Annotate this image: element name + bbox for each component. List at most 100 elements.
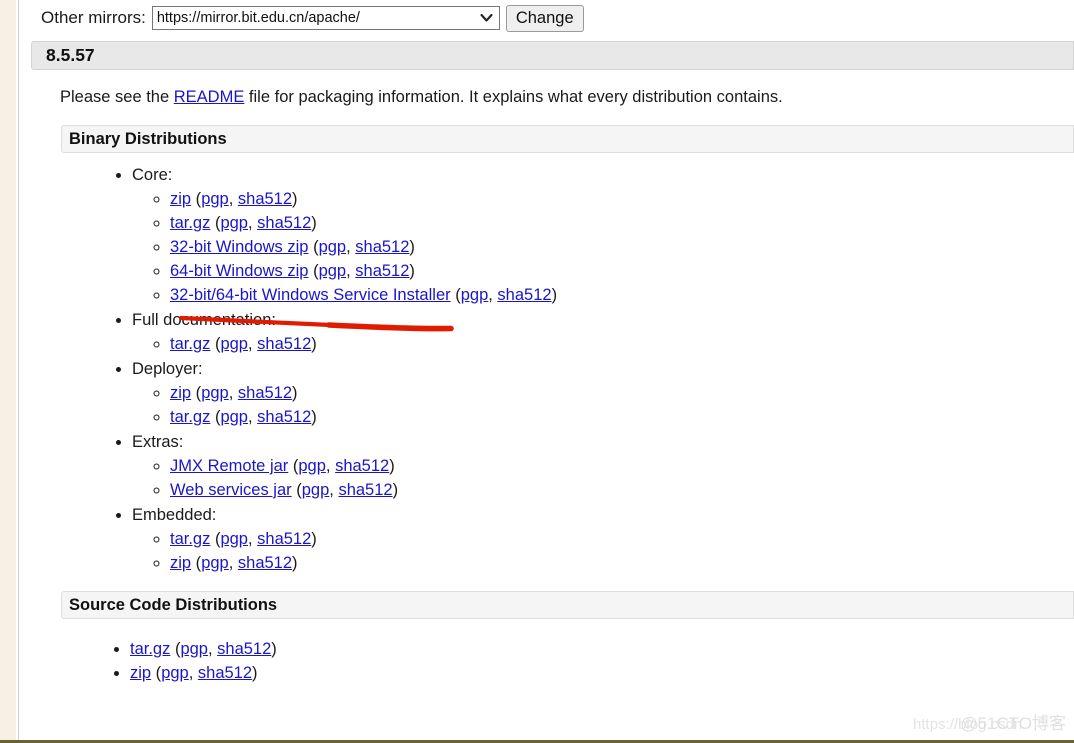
separator-comma: , <box>228 384 238 402</box>
close-paren: ) <box>551 286 558 304</box>
sha512-link[interactable]: sha512 <box>338 481 392 499</box>
pgp-link[interactable]: pgp <box>298 457 326 475</box>
pgp-link[interactable]: pgp <box>201 190 229 208</box>
watermark-group: https://blog.csdn @51CTO博客 <box>913 709 1066 734</box>
distribution-group-items: zip (pgp, sha512)tar.gz (pgp, sha512) <box>132 381 1074 429</box>
close-paren: ) <box>292 190 298 208</box>
distribution-link[interactable]: tar.gz <box>170 335 210 353</box>
mirror-label: Other mirrors: <box>41 8 146 27</box>
distribution-item: zip (pgp, sha512) <box>170 187 1074 211</box>
close-paren: ) <box>389 457 395 475</box>
open-paren: ( <box>170 640 181 658</box>
distribution-item: JMX Remote jar (pgp, sha512) <box>170 454 1074 478</box>
distribution-group-items: tar.gz (pgp, sha512)zip (pgp, sha512) <box>132 527 1074 575</box>
distribution-item: zip (pgp, sha512) <box>170 381 1074 405</box>
sha512-link[interactable]: sha512 <box>257 214 311 232</box>
sha512-link[interactable]: sha512 <box>238 190 292 208</box>
separator-comma: , <box>247 530 258 548</box>
distribution-link[interactable]: tar.gz <box>130 640 170 658</box>
pgp-link[interactable]: pgp <box>220 214 248 232</box>
distribution-item: Web services jar (pgp, sha512) <box>170 478 1074 502</box>
distribution-group-items: zip (pgp, sha512)tar.gz (pgp, sha512)32-… <box>132 187 1074 307</box>
mirror-select-wrapper[interactable]: https://mirror.bit.edu.cn/apache/ <box>151 6 500 30</box>
open-paren: ( <box>191 384 202 402</box>
open-paren: ( <box>288 457 299 475</box>
distribution-link[interactable]: 64-bit Windows zip <box>170 262 308 280</box>
distribution-item: zip (pgp, sha512) <box>130 661 1074 685</box>
open-paren: ( <box>191 554 202 572</box>
sha512-link[interactable]: sha512 <box>257 335 311 353</box>
sha512-link[interactable]: sha512 <box>198 664 252 682</box>
close-paren: ) <box>409 262 415 280</box>
distribution-group: Full documentation: tar.gz (pgp, sha512) <box>132 308 1074 356</box>
open-paren: ( <box>450 286 461 304</box>
pgp-link[interactable]: pgp <box>220 530 248 548</box>
distribution-group-label: Extras: <box>132 433 184 451</box>
distribution-link[interactable]: zip <box>170 384 191 402</box>
distribution-link[interactable]: zip <box>130 664 151 682</box>
pgp-link[interactable]: pgp <box>201 384 229 402</box>
distribution-link[interactable]: zip <box>170 554 191 572</box>
open-paren: ( <box>191 190 202 208</box>
distribution-item: 32-bit/64-bit Windows Service Installer … <box>170 283 1074 307</box>
open-paren: ( <box>210 408 221 426</box>
watermark-url: https://blog.csdn <box>913 716 1023 733</box>
intro-text-before: Please see the <box>60 88 174 106</box>
readme-link[interactable]: README <box>174 88 245 106</box>
sha512-link[interactable]: sha512 <box>355 262 409 280</box>
sha512-link[interactable]: sha512 <box>355 238 409 256</box>
distribution-item: 64-bit Windows zip (pgp, sha512) <box>170 259 1074 283</box>
pgp-link[interactable]: pgp <box>161 664 189 682</box>
version-header-bar: 8.5.57 <box>31 41 1074 70</box>
distribution-group-items: JMX Remote jar (pgp, sha512)Web services… <box>132 454 1074 502</box>
separator-comma: , <box>247 214 258 232</box>
pgp-link[interactable]: pgp <box>201 554 229 572</box>
sha512-link[interactable]: sha512 <box>257 530 311 548</box>
pgp-link[interactable]: pgp <box>319 238 347 256</box>
close-paren: ) <box>311 335 317 353</box>
close-paren: ) <box>311 408 317 426</box>
distribution-link[interactable]: 32-bit Windows zip <box>170 238 308 256</box>
page-content: Other mirrors: https://mirror.bit.edu.cn… <box>19 0 1074 740</box>
change-mirror-button[interactable]: Change <box>505 4 584 32</box>
distribution-group-label: Deployer: <box>132 360 203 378</box>
sha512-link[interactable]: sha512 <box>238 554 292 572</box>
close-paren: ) <box>311 214 317 232</box>
pgp-link[interactable]: pgp <box>220 335 248 353</box>
separator-comma: , <box>346 238 356 256</box>
distribution-link[interactable]: Web services jar <box>170 481 292 499</box>
close-paren: ) <box>409 238 415 256</box>
distribution-link[interactable]: JMX Remote jar <box>170 457 288 475</box>
sha512-link[interactable]: sha512 <box>257 408 311 426</box>
distribution-link[interactable]: 32-bit/64-bit Windows Service Installer <box>170 286 451 304</box>
pgp-link[interactable]: pgp <box>461 286 489 304</box>
distribution-link[interactable]: tar.gz <box>170 214 210 232</box>
pgp-link[interactable]: pgp <box>319 262 347 280</box>
page-left-margin-strip <box>0 0 16 743</box>
sha512-link[interactable]: sha512 <box>335 457 389 475</box>
distribution-link[interactable]: tar.gz <box>170 408 210 426</box>
distribution-group-label: Core: <box>132 166 173 184</box>
intro-text-after: file for packaging information. It expla… <box>244 88 783 106</box>
open-paren: ( <box>291 481 302 499</box>
mirror-select[interactable]: https://mirror.bit.edu.cn/apache/ <box>151 6 500 30</box>
sha512-link[interactable]: sha512 <box>497 286 551 304</box>
sha512-link[interactable]: sha512 <box>217 640 271 658</box>
distribution-group: Embedded:tar.gz (pgp, sha512)zip (pgp, s… <box>132 503 1074 575</box>
source-distributions-header: Source Code Distributions <box>61 591 1074 619</box>
open-paren: ( <box>210 530 221 548</box>
pgp-link[interactable]: pgp <box>302 481 330 499</box>
sha512-link[interactable]: sha512 <box>238 384 292 402</box>
mirror-selector-row: Other mirrors: https://mirror.bit.edu.cn… <box>19 0 1074 32</box>
distribution-item: tar.gz (pgp, sha512) <box>130 637 1074 661</box>
distribution-item: zip (pgp, sha512) <box>170 551 1074 575</box>
pgp-link[interactable]: pgp <box>180 640 208 658</box>
separator-comma: , <box>207 640 218 658</box>
distribution-link[interactable]: tar.gz <box>170 530 210 548</box>
distribution-item: 32-bit Windows zip (pgp, sha512) <box>170 235 1074 259</box>
pgp-link[interactable]: pgp <box>220 408 248 426</box>
separator-comma: , <box>188 664 198 682</box>
distribution-link[interactable]: zip <box>170 190 191 208</box>
distribution-group: Deployer:zip (pgp, sha512)tar.gz (pgp, s… <box>132 357 1074 429</box>
distribution-group-label: Full documentation: <box>132 311 276 329</box>
